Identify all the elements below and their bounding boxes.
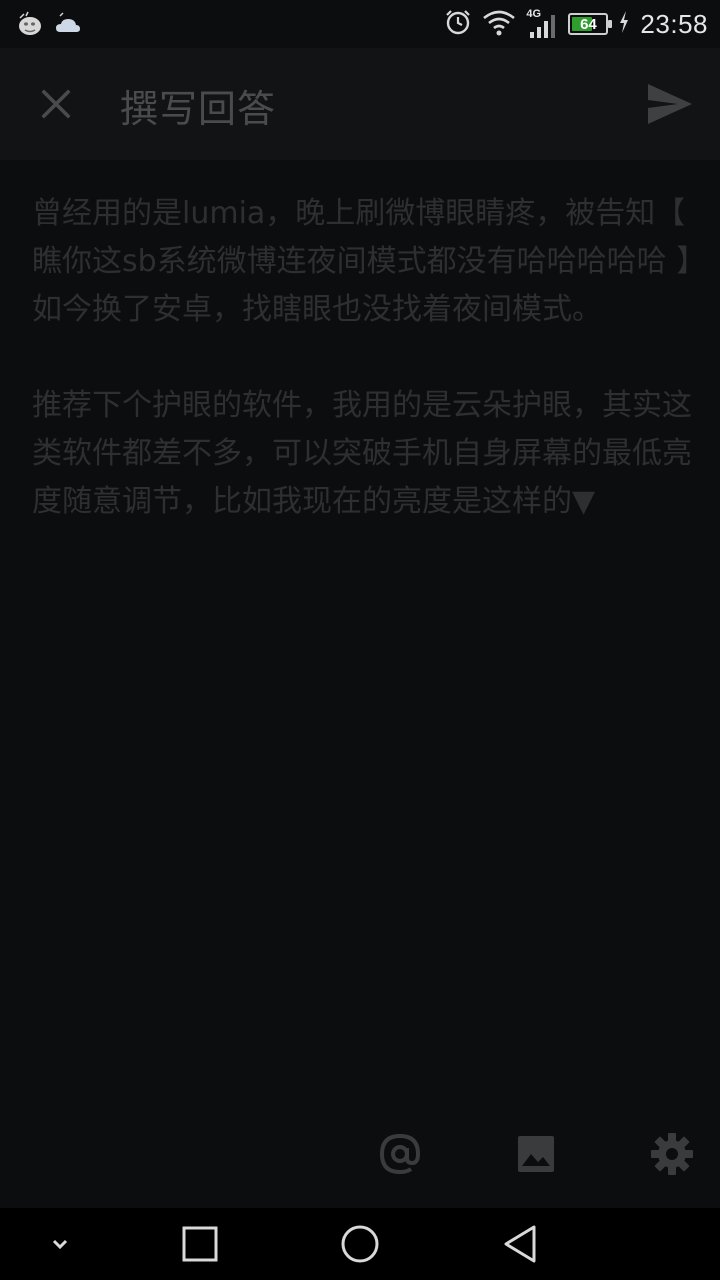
status-time: 23:58 xyxy=(640,8,708,39)
back-button[interactable] xyxy=(498,1222,542,1266)
answer-editor[interactable]: 曾经用的是lumia，晚上刷微博眼睛疼，被告知【 瞧你这sb系统微博连夜间模式都… xyxy=(32,190,692,574)
navigation-bar xyxy=(0,1208,720,1280)
close-icon xyxy=(41,89,71,119)
answer-paragraph: 推荐下个护眼的软件，我用的是云朵护眼，其实这类软件都差不多，可以突破手机自身屏幕… xyxy=(32,388,692,519)
collapse-chevron-icon xyxy=(52,1239,68,1250)
screen: 4G 64 23:58 撰写回答 曾经用的是lumia，晚上刷微博眼睛疼，被告知… xyxy=(0,0,720,1280)
back-icon xyxy=(504,1225,536,1263)
answer-paragraph: 曾经用的是lumia，晚上刷微博眼睛疼，被告知【 瞧你这sb系统微博连夜间模式都… xyxy=(32,196,692,327)
close-button[interactable] xyxy=(30,78,82,130)
app-notification-icon xyxy=(16,10,44,42)
weather-icon xyxy=(54,10,82,42)
charging-icon xyxy=(618,10,630,38)
battery-level: 64 xyxy=(580,15,597,33)
send-icon xyxy=(648,84,692,124)
at-mention-icon xyxy=(379,1133,421,1175)
home-button[interactable] xyxy=(338,1222,382,1266)
home-icon xyxy=(341,1225,379,1263)
settings-button[interactable] xyxy=(648,1130,696,1178)
recent-apps-icon xyxy=(182,1226,218,1262)
status-right-icons: 4G 64 23:58 xyxy=(444,6,708,42)
insert-image-button[interactable] xyxy=(512,1130,560,1178)
battery-icon: 64 xyxy=(568,13,613,35)
collapse-button[interactable] xyxy=(38,1222,82,1266)
status-left-icons xyxy=(16,10,82,42)
signal-icon: 4G xyxy=(526,6,558,42)
alarm-icon xyxy=(444,8,472,40)
app-bar: 撰写回答 xyxy=(0,48,720,160)
page-title: 撰写回答 xyxy=(120,87,277,131)
status-bar: 4G 64 23:58 xyxy=(0,0,720,48)
editor-toolbar xyxy=(0,1110,720,1206)
wifi-icon xyxy=(482,8,516,40)
send-button[interactable] xyxy=(642,76,698,132)
recent-apps-button[interactable] xyxy=(178,1222,222,1266)
mention-button[interactable] xyxy=(376,1130,424,1178)
settings-gear-icon xyxy=(651,1133,693,1175)
image-icon xyxy=(518,1136,554,1172)
